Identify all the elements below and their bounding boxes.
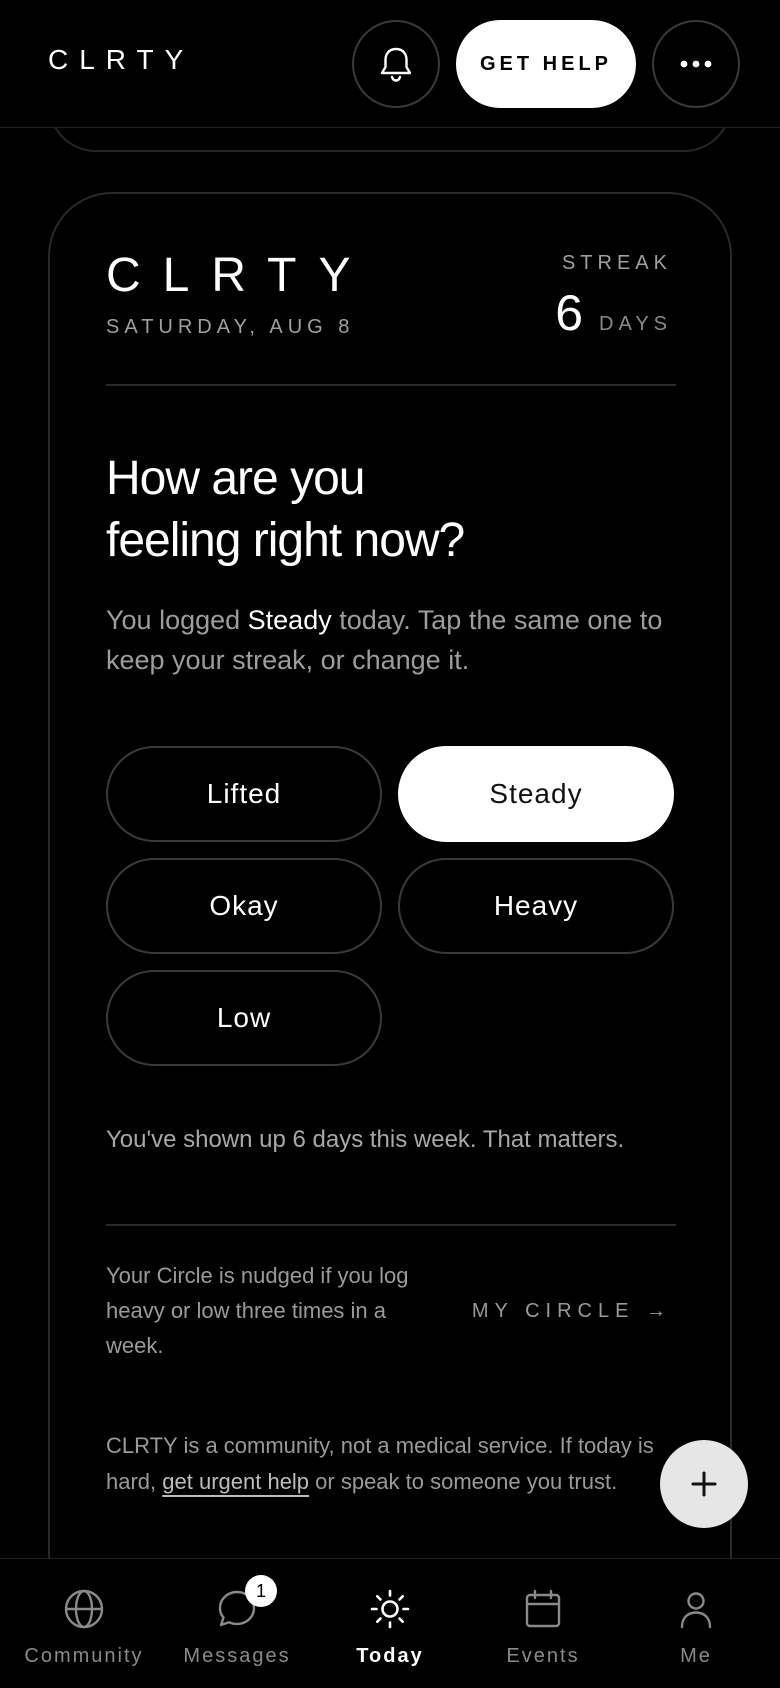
chat-bubble-icon: 1 xyxy=(215,1575,277,1631)
nav-label: Community xyxy=(24,1645,144,1667)
globe-icon xyxy=(62,1587,106,1631)
nav-today[interactable]: Today xyxy=(312,1559,468,1688)
notifications-button[interactable] xyxy=(352,20,440,108)
mood-option-steady[interactable]: Steady xyxy=(398,746,674,842)
mood-option-okay[interactable]: Okay xyxy=(106,858,382,954)
streak-unit: DAYS xyxy=(599,313,672,335)
mood-option-lifted[interactable]: Lifted xyxy=(106,746,382,842)
nav-label: Today xyxy=(356,1645,424,1667)
streak-counter: 6 DAYS xyxy=(555,284,672,342)
question-line-2: feeling right now? xyxy=(106,514,465,567)
nav-messages[interactable]: 1 Messages xyxy=(159,1559,315,1688)
person-icon xyxy=(674,1587,718,1631)
circle-note: Your Circle is nudged if you log heavy o… xyxy=(106,1263,409,1358)
nav-events[interactable]: Events xyxy=(465,1559,621,1688)
unread-badge: 1 xyxy=(245,1575,277,1607)
more-horizontal-icon xyxy=(680,60,712,68)
card-brand: CLRTY xyxy=(106,249,373,302)
nav-community[interactable]: Community xyxy=(6,1559,162,1688)
streak-label: STREAK xyxy=(561,252,672,274)
sun-icon xyxy=(368,1587,412,1631)
divider xyxy=(106,384,676,386)
bottom-nav: Community 1 Messages Today Events Me xyxy=(0,1558,780,1688)
nav-label: Events xyxy=(506,1645,580,1667)
mood-subtext: You logged Steady today. Tap the same on… xyxy=(106,600,676,680)
bell-icon xyxy=(380,47,412,82)
logged-mood: Steady xyxy=(247,605,332,635)
nav-label: Me xyxy=(680,1645,712,1667)
disclaimer-suffix: or speak to someone you trust. xyxy=(309,1469,618,1494)
nav-label: Messages xyxy=(183,1645,291,1667)
card-date: SATURDAY, AUG 8 xyxy=(106,316,355,338)
encouragement-text: You've shown up 6 days this week. That m… xyxy=(106,1126,625,1153)
mood-question: How are you feeling right now? xyxy=(106,448,676,572)
get-help-button[interactable]: GET HELP xyxy=(456,20,636,108)
subtext-prefix: You logged xyxy=(106,605,248,635)
urgent-help-link[interactable]: get urgent help xyxy=(162,1469,309,1494)
nav-me[interactable]: Me xyxy=(618,1559,774,1688)
question-line-1: How are you xyxy=(106,452,365,505)
app-header: CLRTY GET HELP xyxy=(0,0,780,128)
divider xyxy=(106,1224,676,1226)
disclaimer: CLRTY is a community, not a medical serv… xyxy=(106,1428,696,1500)
add-button[interactable] xyxy=(660,1440,748,1528)
mood-option-low[interactable]: Low xyxy=(106,970,382,1066)
mood-checkin-card: CLRTY SATURDAY, AUG 8 STREAK 6 DAYS How … xyxy=(48,192,732,1652)
mood-option-heavy[interactable]: Heavy xyxy=(398,858,674,954)
app-brand: CLRTY xyxy=(48,44,195,75)
streak-value: 6 xyxy=(555,285,584,341)
my-circle-link[interactable]: MY CIRCLE → xyxy=(472,1300,672,1323)
calendar-icon xyxy=(521,1587,565,1631)
more-options-button[interactable] xyxy=(652,20,740,108)
plus-icon xyxy=(691,1471,717,1497)
